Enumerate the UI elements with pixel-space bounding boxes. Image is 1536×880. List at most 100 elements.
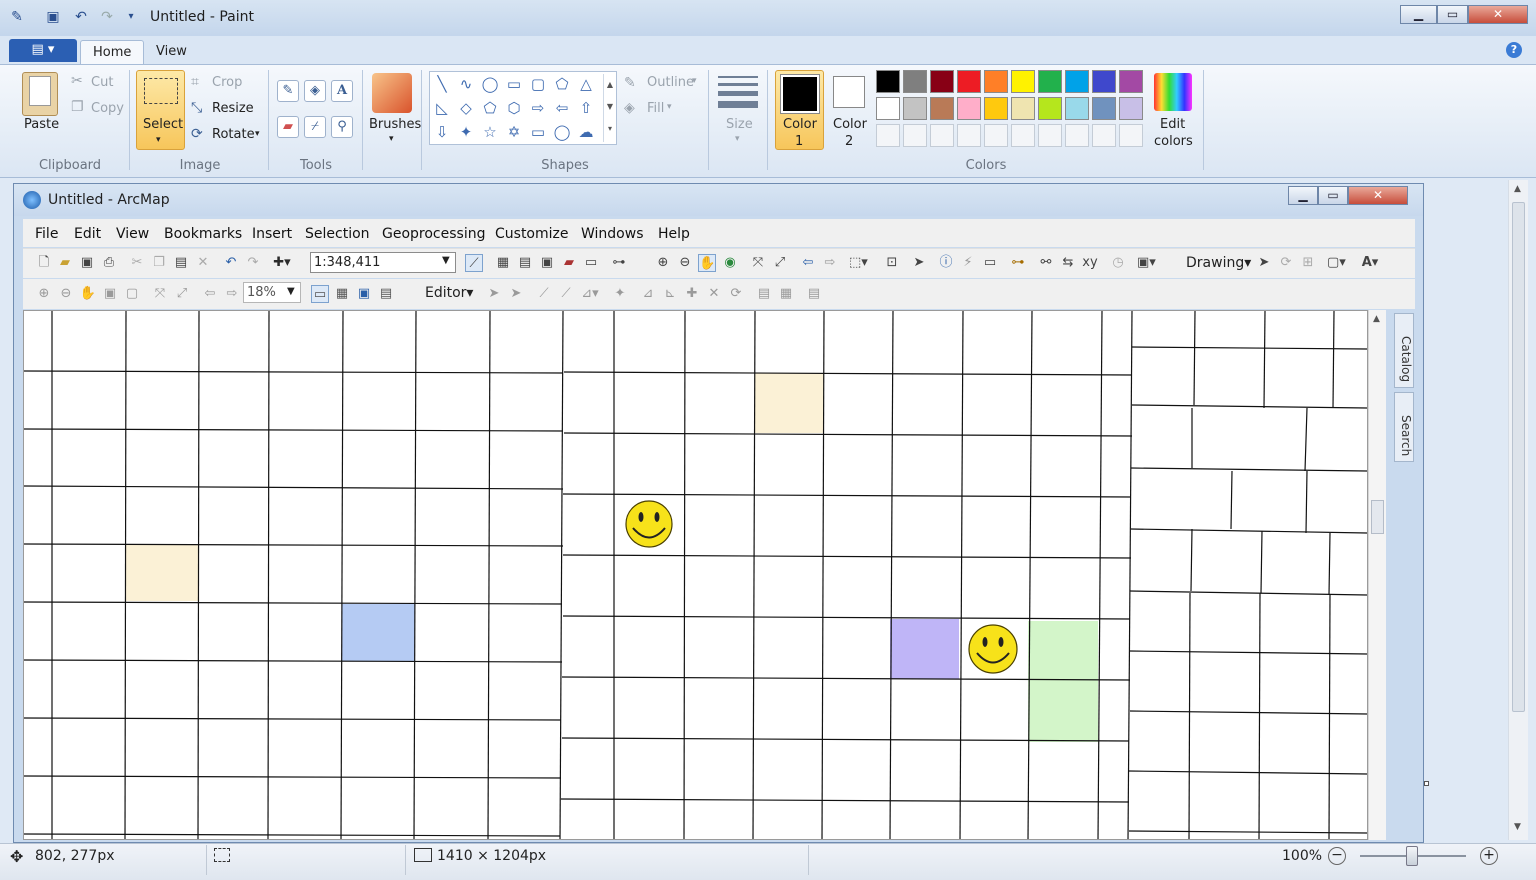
color-swatch[interactable] xyxy=(1119,124,1143,147)
fill-dropdown-icon[interactable]: ▾ xyxy=(667,102,672,112)
arcmap-maximize-button[interactable]: ▭ xyxy=(1318,186,1348,205)
brushes-icon[interactable] xyxy=(372,73,412,113)
draw-select-icon[interactable]: ➤ xyxy=(1255,254,1273,272)
cut-button[interactable]: Cut xyxy=(91,75,113,90)
triangle-shape-icon[interactable]: △ xyxy=(575,74,597,94)
rotate-tool-icon[interactable]: ⟳ xyxy=(727,285,745,303)
zoom-whole-page-icon[interactable]: ▣ xyxy=(101,285,119,303)
add-data-icon[interactable]: ✚▾ xyxy=(273,254,291,272)
menu-customize[interactable]: Customize xyxy=(495,226,569,242)
search-window-icon[interactable]: ▣ xyxy=(538,254,556,272)
magnifier-icon[interactable]: ⚲ xyxy=(331,116,353,138)
fixed-layout-zoom-in-icon[interactable]: ⤧ xyxy=(151,285,169,303)
map-vertical-scrollbar[interactable]: ▲ xyxy=(1368,310,1386,840)
editor-toolbar-icon[interactable]: ⟋ xyxy=(465,254,483,272)
layout-zoom-dropdown-icon[interactable]: ▼ xyxy=(287,286,295,297)
zoom-in-icon[interactable]: ⊕ xyxy=(654,254,672,272)
outline-button[interactable]: Outline xyxy=(647,75,694,90)
color-swatch[interactable] xyxy=(1011,124,1035,147)
fixed-layout-zoom-out-icon[interactable]: ⤢ xyxy=(173,285,191,303)
pan-icon[interactable]: ✋ xyxy=(698,254,716,272)
color-swatch[interactable] xyxy=(1092,70,1116,93)
split-tool-icon[interactable]: ✕ xyxy=(705,285,723,303)
focus-data-frame-icon[interactable]: ▦ xyxy=(333,285,351,303)
paint-menu-button[interactable]: ▤ ▾ xyxy=(9,39,77,62)
select-dropdown-icon[interactable]: ▾ xyxy=(156,135,161,145)
paste-icon[interactable] xyxy=(22,72,58,116)
menu-insert[interactable]: Insert xyxy=(252,226,292,242)
fixed-zoom-in-icon[interactable]: ⤧ xyxy=(749,254,767,272)
fixed-zoom-out-icon[interactable]: ⤢ xyxy=(771,254,789,272)
layout-pan-icon[interactable]: ✋ xyxy=(79,285,97,303)
color-swatch[interactable] xyxy=(876,70,900,93)
end-point-arc-icon[interactable]: ⟋ xyxy=(557,285,575,303)
fill-button[interactable]: Fill xyxy=(647,101,664,116)
point-icon[interactable]: ✦ xyxy=(611,285,629,303)
python-window-icon[interactable]: ▭ xyxy=(582,254,600,272)
hyperlink-icon[interactable]: ⚡ xyxy=(959,254,977,272)
brushes-dropdown-icon[interactable]: ▾ xyxy=(389,134,394,144)
zoom-to-elements-icon[interactable]: ⊞ xyxy=(1299,254,1317,272)
color-swatch[interactable] xyxy=(1092,124,1116,147)
find-route-icon[interactable]: ⇆ xyxy=(1059,254,1077,272)
editor-menu[interactable]: Editor▾ xyxy=(425,285,473,301)
size-dropdown-icon[interactable]: ▾ xyxy=(735,134,740,144)
tab-home[interactable]: Home xyxy=(80,40,145,65)
hexagon-shape-icon[interactable]: ⬡ xyxy=(503,98,525,118)
trace-icon[interactable]: ⊿▾ xyxy=(581,285,599,303)
color-swatch[interactable] xyxy=(903,97,927,120)
color-swatch[interactable] xyxy=(1065,70,1089,93)
eraser-icon[interactable]: ▰ xyxy=(277,116,299,138)
callout-rect-shape-icon[interactable]: ▭ xyxy=(527,122,549,142)
menu-windows[interactable]: Windows xyxy=(581,226,644,242)
line-shape-icon[interactable]: ╲ xyxy=(431,74,453,94)
color-swatch[interactable] xyxy=(1119,70,1143,93)
color-swatch[interactable] xyxy=(984,124,1008,147)
html-popup-icon[interactable]: ▭ xyxy=(981,254,999,272)
model-builder-icon[interactable]: ⊶ xyxy=(610,254,628,272)
redo-icon[interactable]: ↷ xyxy=(98,8,116,26)
color-swatch[interactable] xyxy=(984,70,1008,93)
color-swatch[interactable] xyxy=(1065,97,1089,120)
right-triangle-shape-icon[interactable]: ◺ xyxy=(431,98,453,118)
down-arrow-shape-icon[interactable]: ⇩ xyxy=(431,122,453,142)
five-point-star-shape-icon[interactable]: ☆ xyxy=(479,122,501,142)
identify-icon[interactable]: ⓘ xyxy=(937,254,955,272)
color-swatch[interactable] xyxy=(930,97,954,120)
menu-file[interactable]: File xyxy=(35,226,58,242)
canvas-vertical-scrollbar[interactable]: ▲ ▼ xyxy=(1508,180,1528,840)
size-icon[interactable] xyxy=(718,76,758,108)
print-icon[interactable]: ⎙ xyxy=(100,254,118,272)
help-icon[interactable]: ? xyxy=(1506,42,1522,58)
rotate-element-icon[interactable]: ⟳ xyxy=(1277,254,1295,272)
curve-shape-icon[interactable]: ∿ xyxy=(455,74,477,94)
callout-oval-shape-icon[interactable]: ◯ xyxy=(551,122,573,142)
edit-colors-label-2[interactable]: colors xyxy=(1154,134,1193,149)
tab-view[interactable]: View xyxy=(144,40,199,65)
layout-zoom-in-icon[interactable]: ⊕ xyxy=(35,285,53,303)
catalog-window-icon[interactable]: ▤ xyxy=(516,254,534,272)
cut-map-icon[interactable]: ✂ xyxy=(128,254,146,272)
paste-map-icon[interactable]: ▤ xyxy=(172,254,190,272)
menu-geoprocessing[interactable]: Geoprocessing xyxy=(382,226,485,242)
cloud-callout-shape-icon[interactable]: ☁ xyxy=(575,122,597,142)
save-icon[interactable]: ▣ xyxy=(44,8,62,26)
reshape-feature-icon[interactable]: ⊾ xyxy=(661,285,679,303)
size-button[interactable]: Size xyxy=(726,117,753,132)
minimize-button[interactable]: ▁ xyxy=(1400,5,1437,24)
customize-qat-icon[interactable]: ▾ xyxy=(122,8,140,26)
table-of-contents-icon[interactable]: ▦ xyxy=(494,254,512,272)
rectangle-draw-icon[interactable]: ▢▾ xyxy=(1327,254,1346,272)
color-picker-icon[interactable]: ⌿ xyxy=(304,116,326,138)
canvas-resize-handle[interactable] xyxy=(1424,781,1429,786)
fill-bucket-icon[interactable]: ◈ xyxy=(304,80,326,102)
layout-forward-icon[interactable]: ⇨ xyxy=(223,285,241,303)
color-swatch[interactable] xyxy=(1011,97,1035,120)
color-swatch[interactable] xyxy=(1011,70,1035,93)
zoom-slider-thumb[interactable] xyxy=(1406,846,1418,866)
zoom-in-button[interactable]: + xyxy=(1480,847,1498,865)
menu-selection[interactable]: Selection xyxy=(305,226,370,242)
right-arrow-shape-icon[interactable]: ⇨ xyxy=(527,98,549,118)
color2-swatch[interactable] xyxy=(833,76,865,108)
up-arrow-shape-icon[interactable]: ⇧ xyxy=(575,98,597,118)
